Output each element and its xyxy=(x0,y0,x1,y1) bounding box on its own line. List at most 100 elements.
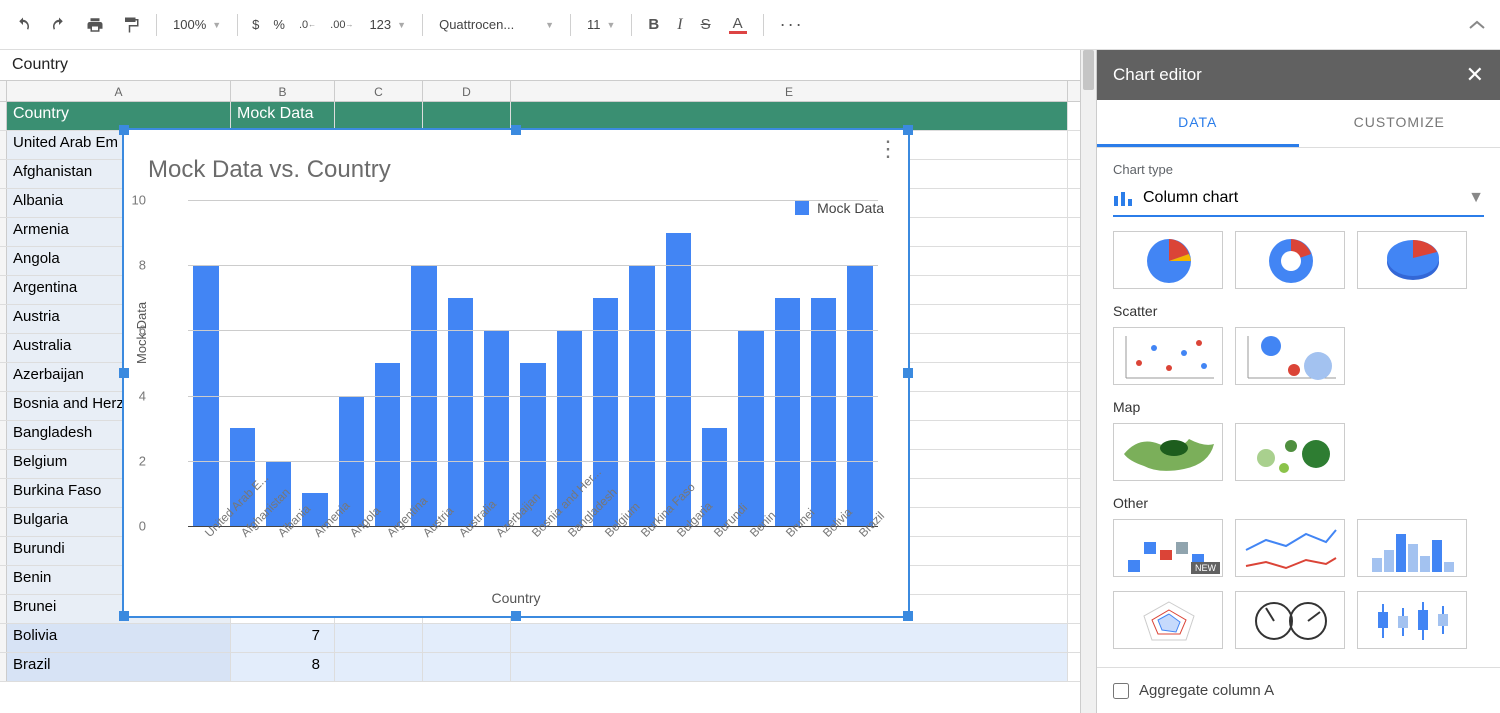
y-tick: 4 xyxy=(139,388,146,403)
x-tick-label: Brunei xyxy=(783,530,793,540)
resize-handle[interactable] xyxy=(119,611,129,621)
column-header[interactable]: C xyxy=(335,81,423,101)
column-header[interactable]: E xyxy=(511,81,1068,101)
x-tick-label: Austria xyxy=(420,530,430,540)
resize-handle[interactable] xyxy=(903,125,913,135)
x-tick-label: Australia xyxy=(456,530,466,540)
italic-button[interactable]: I xyxy=(671,10,688,40)
chart-thumbnail-histogram[interactable] xyxy=(1357,519,1467,577)
y-tick: 6 xyxy=(139,323,146,338)
chart-thumbnail-geo-markers[interactable] xyxy=(1235,423,1345,481)
x-tick-label: Argentina xyxy=(384,530,394,540)
chart-menu-button[interactable]: ⋮ xyxy=(877,136,898,162)
decrease-decimal-button[interactable]: .0← xyxy=(295,19,320,31)
bold-button[interactable]: B xyxy=(642,10,665,39)
print-button[interactable] xyxy=(80,10,110,40)
section-map: Map xyxy=(1113,399,1484,415)
chart-thumbnail-waterfall[interactable]: NEW xyxy=(1113,519,1223,577)
x-axis-label: Country xyxy=(124,590,908,606)
chart-thumbnail-candlestick[interactable] xyxy=(1357,591,1467,649)
chart-bar xyxy=(775,298,800,526)
caret-down-icon: ▼ xyxy=(1468,189,1484,207)
collapse-toolbar-button[interactable] xyxy=(1462,14,1492,36)
format-currency-button[interactable]: $ xyxy=(248,17,263,32)
embedded-chart[interactable]: ⋮ Mock Data vs. Country Mock Data Mock D… xyxy=(122,128,910,618)
x-tick-label: Brazil xyxy=(856,530,866,540)
strikethrough-button[interactable]: S xyxy=(695,10,717,39)
increase-decimal-button[interactable]: .00→ xyxy=(326,19,357,31)
toolbar: 100% ▼ $ % .0← .00→ 123▼ Quattrocen...▼ 1… xyxy=(0,0,1500,50)
y-tick: 10 xyxy=(132,193,146,208)
column-chart-icon xyxy=(1113,190,1133,206)
y-tick: 8 xyxy=(139,258,146,273)
aggregate-checkbox[interactable] xyxy=(1113,683,1129,699)
format-percent-button[interactable]: % xyxy=(269,17,289,32)
chart-editor-panel: Chart editor ✕ DATA CUSTOMIZE Chart type… xyxy=(1096,50,1500,713)
column-header[interactable]: B xyxy=(231,81,335,101)
x-tick-label: Benin xyxy=(747,530,757,540)
more-toolbar-button[interactable]: ··· xyxy=(774,8,810,41)
resize-handle[interactable] xyxy=(511,611,521,621)
zoom-value: 100% xyxy=(173,17,206,32)
chart-title: Mock Data vs. Country xyxy=(124,130,908,190)
chart-thumbnail-bubble[interactable] xyxy=(1235,327,1345,385)
caret-down-icon: ▼ xyxy=(397,20,406,30)
caret-down-icon: ▼ xyxy=(212,20,221,30)
column-header[interactable]: D xyxy=(423,81,511,101)
x-tick-label: Burundi xyxy=(711,530,721,540)
chart-thumbnail-sparkline[interactable] xyxy=(1235,519,1345,577)
chart-bar xyxy=(811,298,836,526)
chart-thumbnail-radar[interactable] xyxy=(1113,591,1223,649)
panel-title-bar: Chart editor ✕ xyxy=(1097,50,1500,100)
resize-handle[interactable] xyxy=(119,368,129,378)
paint-format-button[interactable] xyxy=(116,10,146,40)
x-tick-label: Belgium xyxy=(602,530,612,540)
undo-button[interactable] xyxy=(8,10,38,40)
chart-thumbnail-geo[interactable] xyxy=(1113,423,1223,481)
redo-button[interactable] xyxy=(44,10,74,40)
resize-handle[interactable] xyxy=(119,125,129,135)
chart-thumbnail-3d-pie[interactable] xyxy=(1357,231,1467,289)
x-tick-label: Bolivia xyxy=(820,530,830,540)
vertical-scrollbar[interactable] xyxy=(1080,50,1096,713)
chart-bar xyxy=(448,298,473,526)
y-tick: 2 xyxy=(139,453,146,468)
chart-thumbnail-pie[interactable] xyxy=(1113,231,1223,289)
chart-thumbnail-scatter[interactable] xyxy=(1113,327,1223,385)
y-tick: 0 xyxy=(139,519,146,534)
section-other: Other xyxy=(1113,495,1484,511)
close-icon[interactable]: ✕ xyxy=(1466,62,1484,88)
x-tick-label: Azerbaijan xyxy=(493,530,503,540)
column-header[interactable]: A xyxy=(7,81,231,101)
tab-customize[interactable]: CUSTOMIZE xyxy=(1299,100,1500,147)
font-dropdown[interactable]: Quattrocen...▼ xyxy=(433,13,560,36)
section-scatter: Scatter xyxy=(1113,303,1484,319)
aggregate-checkbox-row[interactable]: Aggregate column A xyxy=(1097,667,1500,713)
chart-thumbnail-gauge[interactable] xyxy=(1235,591,1345,649)
resize-handle[interactable] xyxy=(511,125,521,135)
text-color-button[interactable]: A xyxy=(723,10,753,40)
chart-type-dropdown[interactable]: Column chart ▼ xyxy=(1113,181,1484,217)
number-format-dropdown[interactable]: 123▼ xyxy=(363,13,412,36)
x-tick-label: Burkina Faso xyxy=(638,530,648,540)
table-row[interactable]: Bolivia7 xyxy=(0,624,1080,653)
tab-data[interactable]: DATA xyxy=(1097,100,1299,147)
chart-bar xyxy=(375,363,400,526)
x-tick-label: United Arab E... xyxy=(202,530,212,540)
chart-thumbnail-donut[interactable] xyxy=(1235,231,1345,289)
zoom-dropdown[interactable]: 100% ▼ xyxy=(167,13,227,36)
resize-handle[interactable] xyxy=(903,611,913,621)
x-tick-label: Albania xyxy=(275,530,285,540)
resize-handle[interactable] xyxy=(903,368,913,378)
formula-bar[interactable]: Country xyxy=(0,50,1080,80)
x-tick-label: Angola xyxy=(347,530,357,540)
text-color-swatch xyxy=(729,31,747,34)
chart-bar xyxy=(738,330,763,526)
new-badge: NEW xyxy=(1191,562,1220,574)
chart-type-label: Chart type xyxy=(1113,162,1484,177)
x-tick-label: Bangladesh xyxy=(565,530,575,540)
font-size-dropdown[interactable]: 11▼ xyxy=(581,13,621,36)
x-tick-label: Armenia xyxy=(311,530,321,540)
table-row[interactable]: Brazil8 xyxy=(0,653,1080,682)
column-headers: A B C D E xyxy=(0,80,1080,102)
